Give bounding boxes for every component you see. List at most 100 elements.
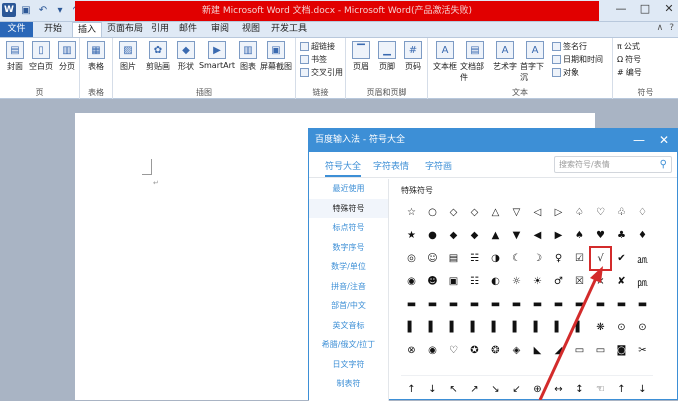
symbol-cell[interactable]: ☻ — [422, 270, 443, 293]
symbol-cell[interactable]: ▲ — [485, 224, 506, 247]
symbol-cell[interactable]: ▌ — [527, 316, 548, 339]
symbol-cell[interactable]: ☵ — [464, 247, 485, 270]
tab-review[interactable]: 审阅 — [206, 22, 234, 37]
symbol-cell[interactable]: ◙ — [611, 339, 632, 362]
symbol-cell[interactable]: ▬ — [485, 293, 506, 316]
symbol-cell[interactable]: ♦ — [632, 224, 653, 247]
tab-insert[interactable]: 插入 — [72, 22, 102, 37]
category-box-drawing[interactable]: 制表符 — [309, 374, 388, 394]
undo-icon[interactable]: ↶ — [36, 3, 50, 17]
screenshot-button[interactable]: ▣ 屏幕截图 — [259, 41, 293, 72]
symbol-cell[interactable]: △ — [485, 201, 506, 224]
object-button[interactable]: 对象 — [552, 67, 579, 78]
symbol-cell[interactable]: ↘ — [485, 378, 506, 401]
symbol-cell[interactable]: ▬ — [464, 293, 485, 316]
symbol-cell[interactable]: ☽ — [527, 247, 548, 270]
page-break-button[interactable]: ▥ 分页 — [54, 41, 80, 72]
symbol-cell[interactable]: ◀ — [527, 224, 548, 247]
symbol-cell[interactable]: ◢ — [548, 339, 569, 362]
close-button[interactable]: ✕ — [662, 2, 676, 15]
hyperlink-button[interactable]: 超链接 — [300, 41, 335, 52]
symbol-cell[interactable]: ▭ — [569, 339, 590, 362]
symbol-cell[interactable]: ↑ — [611, 378, 632, 401]
symbol-cell[interactable]: ◁ — [527, 201, 548, 224]
footer-button[interactable]: ▁ 页脚 — [374, 41, 400, 72]
symbol-cell[interactable]: ◎ — [401, 247, 422, 270]
dialog-close-icon[interactable]: ✕ — [659, 129, 669, 152]
symbol-cell[interactable]: ♢ — [632, 201, 653, 224]
blank-page-button[interactable]: ▯ 空白页 — [28, 41, 54, 72]
ribbon-minimize-icon[interactable]: ∧ — [657, 23, 664, 33]
symbol-cell[interactable]: ▌ — [401, 316, 422, 339]
category-math[interactable]: 数学/单位 — [309, 257, 388, 277]
page-number-button[interactable]: # 页码 — [400, 41, 426, 72]
cover-button[interactable]: ▤ 封面 — [2, 41, 28, 72]
symbol-cell[interactable]: ♣ — [611, 224, 632, 247]
symbol-cell[interactable]: ✔ — [611, 247, 632, 270]
search-icon[interactable]: ⚲ — [660, 159, 667, 170]
save-icon[interactable]: ▣ — [19, 3, 33, 17]
symbol-cell[interactable]: ◉ — [401, 270, 422, 293]
tab-ascii-art[interactable]: 字符画 — [425, 159, 452, 172]
tab-home[interactable]: 开始 — [38, 22, 68, 37]
tab-references[interactable]: 引用 — [148, 22, 172, 37]
symbol-cell[interactable]: ▬ — [422, 293, 443, 316]
tab-page-layout[interactable]: 页面布局 — [104, 22, 146, 37]
quick-parts-button[interactable]: ▤ 文档部件 — [460, 41, 490, 83]
symbol-cell[interactable]: ☺ — [422, 247, 443, 270]
symbol-cell[interactable]: ◑ — [485, 247, 506, 270]
category-japanese[interactable]: 日文字符 — [309, 355, 388, 375]
symbol-cell[interactable]: ☑ — [569, 247, 590, 270]
symbol-cell[interactable]: ◇ — [443, 201, 464, 224]
symbol-cell[interactable]: ▣ — [443, 270, 464, 293]
symbol-cell[interactable]: ♡ — [590, 201, 611, 224]
symbol-cell[interactable]: ▶ — [548, 224, 569, 247]
symbol-cell[interactable]: ⊙ — [611, 316, 632, 339]
header-button[interactable]: ▔ 页眉 — [348, 41, 374, 72]
tab-symbols[interactable]: 符号大全 — [325, 159, 362, 177]
dialog-minimize-icon[interactable]: — — [633, 129, 645, 152]
symbol-cell[interactable]: ▽ — [506, 201, 527, 224]
equation-button[interactable]: π 公式 — [617, 41, 640, 52]
symbol-cell[interactable]: ▌ — [548, 316, 569, 339]
symbol-cell[interactable]: ↗ — [464, 378, 485, 401]
help-icon[interactable]: ? — [669, 23, 674, 33]
category-numbers[interactable]: 数字序号 — [309, 238, 388, 258]
textbox-button[interactable]: A 文本框 — [430, 41, 460, 72]
symbol-cell[interactable]: ✪ — [464, 339, 485, 362]
symbol-cell[interactable]: ▌ — [422, 316, 443, 339]
smartart-button[interactable]: ▶ SmartArt — [197, 41, 237, 70]
symbol-cell[interactable]: ▬ — [548, 293, 569, 316]
symbol-cell[interactable]: ☜ — [590, 378, 611, 401]
maximize-button[interactable]: □ — [638, 2, 652, 15]
symbol-cell[interactable]: ↕ — [569, 378, 590, 401]
shapes-button[interactable]: ◆ 形状 — [173, 41, 199, 72]
clipart-button[interactable]: ✿ 剪贴画 — [143, 41, 173, 72]
symbol-cell[interactable]: ↓ — [632, 378, 653, 401]
symbol-cell[interactable]: ↔ — [548, 378, 569, 401]
signature-line-button[interactable]: 签名行 — [552, 41, 587, 52]
symbol-cell[interactable]: ○ — [422, 201, 443, 224]
symbol-cell[interactable]: ▬ — [632, 293, 653, 316]
tab-emoticons[interactable]: 字符表情 — [373, 159, 409, 172]
symbol-cell[interactable]: ♠ — [569, 224, 590, 247]
category-recent[interactable]: 最近使用 — [309, 179, 388, 199]
symbol-cell[interactable]: ⊙ — [632, 316, 653, 339]
symbol-cell[interactable]: ◆ — [443, 224, 464, 247]
category-greek[interactable]: 希腊/俄文/拉丁 — [309, 335, 388, 355]
dropcap-button[interactable]: A 首字下沉 — [520, 41, 550, 83]
category-punctuation[interactable]: 标点符号 — [309, 218, 388, 238]
symbol-cell[interactable]: ☒ — [569, 270, 590, 293]
wordart-button[interactable]: A 艺术字 — [490, 41, 520, 72]
symbol-cell[interactable]: ☆ — [401, 201, 422, 224]
symbol-cell[interactable]: ◈ — [506, 339, 527, 362]
symbol-cell[interactable]: ☀ — [527, 270, 548, 293]
minimize-button[interactable]: — — [614, 2, 628, 15]
symbol-cell[interactable]: ▬ — [611, 293, 632, 316]
symbol-cell[interactable]: ⊗ — [401, 339, 422, 362]
symbol-cell[interactable]: ▼ — [506, 224, 527, 247]
picture-button[interactable]: ▨ 图片 — [115, 41, 141, 72]
symbol-cell[interactable]: ♤ — [569, 201, 590, 224]
symbol-cell[interactable]: ㏘ — [632, 270, 653, 293]
symbol-cell[interactable]: ▬ — [401, 293, 422, 316]
